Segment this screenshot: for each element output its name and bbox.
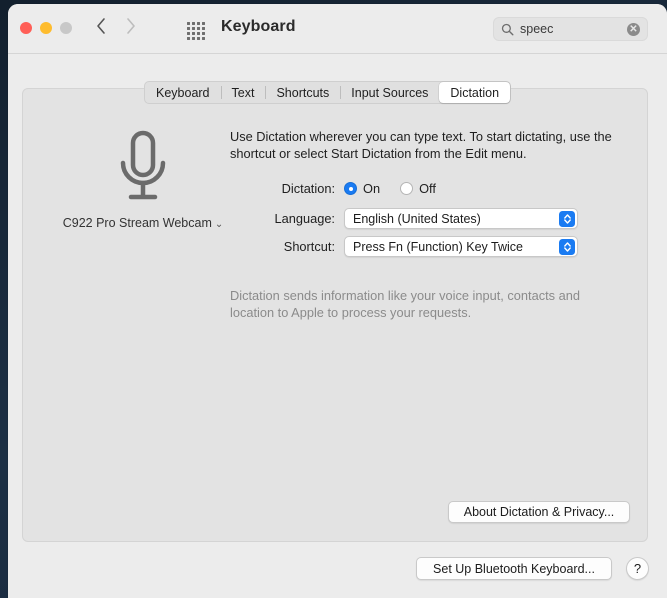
- help-button[interactable]: ?: [626, 557, 649, 580]
- forward-arrow-icon[interactable]: [125, 17, 136, 35]
- chevron-up-down-icon: [559, 210, 575, 227]
- close-window-button[interactable]: [20, 22, 32, 34]
- search-input[interactable]: [520, 22, 620, 36]
- tab-shortcuts[interactable]: Shortcuts: [265, 82, 340, 103]
- search-icon: [501, 23, 514, 36]
- system-preferences-window: Keyboard ✕: [8, 4, 667, 598]
- tab-input-sources[interactable]: Input Sources: [340, 82, 439, 103]
- shortcut-value: Press Fn (Function) Key Twice: [353, 239, 523, 254]
- shortcut-dropdown[interactable]: Press Fn (Function) Key Twice: [344, 236, 578, 257]
- setup-bluetooth-keyboard-button[interactable]: Set Up Bluetooth Keyboard...: [416, 557, 612, 580]
- dictation-toggle-row: Dictation: On Off: [230, 181, 436, 196]
- privacy-note: Dictation sends information like your vo…: [230, 288, 580, 320]
- microphone-source-label: C922 Pro Stream Webcam: [62, 216, 212, 230]
- tab-keyboard[interactable]: Keyboard: [145, 82, 221, 103]
- microphone-source-dropdown[interactable]: C922 Pro Stream Webcam ⌄: [53, 216, 233, 230]
- microphone-icon: [53, 129, 233, 208]
- minimize-window-button[interactable]: [40, 22, 52, 34]
- shortcut-label: Shortcut:: [283, 239, 335, 254]
- dictation-radio-on[interactable]: On: [344, 181, 380, 196]
- back-arrow-icon[interactable]: [96, 17, 107, 35]
- show-all-grid-icon[interactable]: [187, 22, 205, 40]
- dictation-panel: C922 Pro Stream Webcam ⌄ Use Dictation wh…: [22, 88, 648, 542]
- zoom-window-button[interactable]: [60, 22, 72, 34]
- dictation-description: Use Dictation wherever you can type text…: [230, 129, 612, 161]
- language-value: English (United States): [353, 211, 481, 226]
- chevron-up-down-icon: [559, 238, 575, 255]
- microphone-block: C922 Pro Stream Webcam ⌄: [53, 129, 233, 230]
- page-title: Keyboard: [221, 18, 296, 35]
- dictation-radio-group: On Off: [344, 181, 436, 196]
- clear-search-icon[interactable]: ✕: [627, 22, 640, 36]
- dictation-label: Dictation:: [281, 181, 335, 196]
- shortcut-row: Shortcut: Press Fn (Function) Key Twice: [230, 236, 578, 257]
- chevron-down-icon: ⌄: [214, 219, 224, 230]
- tab-text[interactable]: Text: [220, 82, 266, 103]
- window-titlebar: Keyboard ✕: [8, 4, 667, 54]
- radio-on-label: On: [363, 181, 381, 196]
- radio-off-indicator: [400, 182, 414, 195]
- about-dictation-privacy-button[interactable]: About Dictation & Privacy...: [448, 501, 630, 523]
- language-dropdown[interactable]: English (United States): [344, 208, 578, 229]
- traffic-lights: [20, 22, 72, 34]
- language-label: Language:: [274, 211, 336, 226]
- dictation-radio-off[interactable]: Off: [400, 181, 436, 196]
- radio-on-indicator: [344, 182, 357, 195]
- search-field[interactable]: ✕: [493, 17, 648, 41]
- radio-off-label: Off: [419, 181, 436, 196]
- tab-bar: Keyboard Text Shortcuts Input Sources Di…: [144, 81, 512, 104]
- navigation-arrows: [96, 17, 136, 35]
- language-row: Language: English (United States): [230, 208, 578, 229]
- tab-dictation[interactable]: Dictation: [439, 82, 511, 103]
